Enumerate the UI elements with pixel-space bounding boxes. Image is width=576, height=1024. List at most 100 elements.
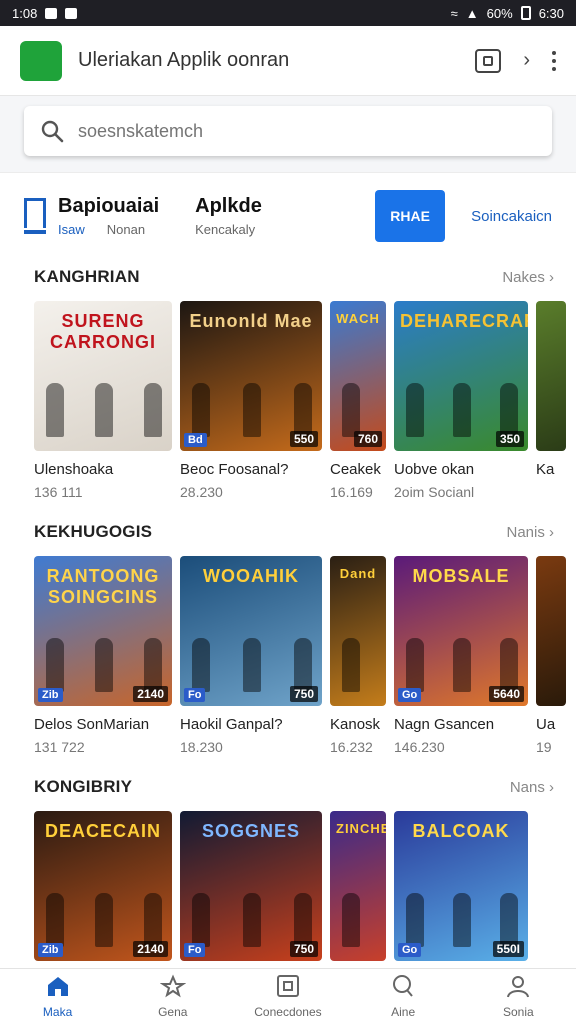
nav-item[interactable]: Gena xyxy=(128,974,218,1019)
character-figure xyxy=(95,383,113,437)
search-input[interactable] xyxy=(78,120,536,142)
section-title: KANGHRIAN xyxy=(34,267,140,286)
game-card[interactable]: MOBSALE Go 5640 Nagn Gsancen 146.230 xyxy=(394,556,528,755)
game-card[interactable]: WOOAHIK Fo 750 Haokil Ganpal? 18.230 xyxy=(180,556,322,755)
notification-icon xyxy=(65,7,78,19)
game-card[interactable]: RANTOONG SOINGCINS Zib 2140 Delos SonMarian… xyxy=(34,556,172,755)
character-figure xyxy=(243,893,261,947)
character-figure xyxy=(46,383,64,437)
game-card[interactable]: DEHARECRAR 350 Uobve okan 2oim Socianl xyxy=(394,301,528,500)
game-card[interactable]: Ka xyxy=(536,301,566,500)
character-figure xyxy=(342,893,360,947)
game-title: Ua xyxy=(536,716,556,733)
game-meta: 16.169 xyxy=(330,484,373,500)
game-title: Nagn Gsancen xyxy=(394,716,495,733)
rating-badge: Fo xyxy=(184,943,206,957)
count-badge: 550I xyxy=(492,941,524,957)
game-card[interactable]: Eunonld Mae Bd 550 Beoc Foosanal? 28.230 xyxy=(180,301,322,500)
game-title: Beoc Foosanal? xyxy=(180,461,289,478)
game-card[interactable]: WACH 760 Ceakek 16.169 xyxy=(330,301,386,500)
section-title: KEKHUGOGIS xyxy=(34,522,153,541)
game-card[interactable]: Ua 19 xyxy=(536,556,566,755)
tabs-icon[interactable] xyxy=(475,48,502,73)
character-figure xyxy=(95,638,113,692)
more-options-icon[interactable] xyxy=(552,50,556,71)
character-figure xyxy=(453,638,471,692)
count-badge: 5640 xyxy=(489,686,524,702)
game-title: Kanosk xyxy=(330,716,381,733)
character-figure xyxy=(46,893,64,947)
game-card[interactable]: SOGGNES Fo 750 xyxy=(180,811,322,961)
home-icon xyxy=(45,974,71,1001)
section-more-link[interactable]: Nanis › xyxy=(506,524,554,541)
section-more-link[interactable]: Nakes › xyxy=(502,269,554,286)
primary-action-button[interactable]: RHAE xyxy=(375,190,446,242)
character-figure xyxy=(453,893,471,947)
cover-title-art: DEHARECRAR xyxy=(400,311,528,331)
cover-title-art: MOBSALE xyxy=(412,566,510,586)
game-cover-image: WOOAHIK Fo 750 xyxy=(180,556,322,706)
search-icon xyxy=(41,120,64,143)
tab-secondary[interactable]: Aplkde Kencakaly xyxy=(195,195,262,237)
character-figure xyxy=(243,638,261,692)
cover-title-art: ZINCHE xyxy=(336,821,386,836)
status-time: 1:08 xyxy=(12,5,38,21)
character-figure xyxy=(144,638,162,692)
game-title: Ceakek xyxy=(330,461,381,478)
cover-title-art: Dand xyxy=(339,566,377,581)
tab-secondary-sub: Kencakaly xyxy=(195,222,256,237)
game-cover-image: SOGGNES Fo 750 xyxy=(180,811,322,961)
tab-secondary-title: Aplkde xyxy=(195,195,262,217)
nav-label: Conecdones xyxy=(254,1005,322,1019)
search-bar[interactable] xyxy=(24,106,552,156)
game-cover-image: Eunonld Mae Bd 550 xyxy=(180,301,322,451)
character-figure xyxy=(144,383,162,437)
character-figure xyxy=(500,383,518,437)
character-figure xyxy=(46,638,64,692)
nav-label: Maka xyxy=(42,1005,73,1019)
chevron-right-icon[interactable]: › xyxy=(523,49,530,72)
tab-primary[interactable]: Bapiouaiai Isaw Nonan xyxy=(58,195,159,237)
cover-title-art: SOGGNES xyxy=(201,821,301,841)
character-figure xyxy=(342,638,360,692)
search-icon xyxy=(390,974,416,1001)
character-figure xyxy=(294,383,312,437)
tab-primary-sub-b: Nonan xyxy=(106,222,146,237)
rating-badge: Fo xyxy=(184,688,206,702)
character-figure xyxy=(500,893,518,947)
tabs-link[interactable]: Soincakaicn xyxy=(471,208,552,225)
tab-primary-title: Bapiouaiai xyxy=(58,195,160,217)
character-figure xyxy=(192,638,210,692)
rating-badge: Bd xyxy=(184,433,207,447)
store-icon xyxy=(24,198,46,234)
nav-item[interactable]: Sonia xyxy=(473,974,563,1019)
nav-item[interactable]: Aine xyxy=(358,974,448,1019)
game-title: Ulenshoaka xyxy=(34,461,114,478)
section: KANGHRIAN Nakes › SURENG CARRONGI Ulenshoak… xyxy=(0,259,576,500)
cover-title-art: Eunonld Mae xyxy=(189,311,313,331)
signal-icon: ▲ xyxy=(465,5,479,21)
game-card[interactable]: BALCOAK Go 550I xyxy=(394,811,528,961)
nav-item[interactable]: Maka xyxy=(13,974,103,1019)
character-figure xyxy=(95,893,113,947)
cover-title-art: WACH xyxy=(336,311,380,326)
game-card[interactable]: DEACECAIN Zib 2140 xyxy=(34,811,172,961)
game-card[interactable]: ZINCHE xyxy=(330,811,386,961)
character-figure xyxy=(144,893,162,947)
section-more-link[interactable]: Nans › xyxy=(510,779,554,796)
game-card[interactable]: SURENG CARRONGI Ulenshoaka 136 111 xyxy=(34,301,172,500)
game-meta: 19 xyxy=(536,739,552,755)
game-title: Uobve okan xyxy=(394,461,475,478)
game-cover-image: Dand xyxy=(330,556,386,706)
apps-icon xyxy=(275,974,301,1001)
battery-percent: 60% xyxy=(486,5,513,21)
game-card[interactable]: Dand Kanosk 16.232 xyxy=(330,556,386,755)
section: KONGIBRIY Nans › DEACECAIN Zib 2140 SOGGNES Fo… xyxy=(0,769,576,961)
character-figure xyxy=(192,893,210,947)
nav-item[interactable]: Conecdones xyxy=(243,974,333,1019)
count-badge: 750 xyxy=(289,941,318,957)
sections-container: KANGHRIAN Nakes › SURENG CARRONGI Ulenshoak… xyxy=(0,259,576,961)
character-figure xyxy=(406,638,424,692)
game-cover-image: MOBSALE Go 5640 xyxy=(394,556,528,706)
character-figure xyxy=(342,383,360,437)
